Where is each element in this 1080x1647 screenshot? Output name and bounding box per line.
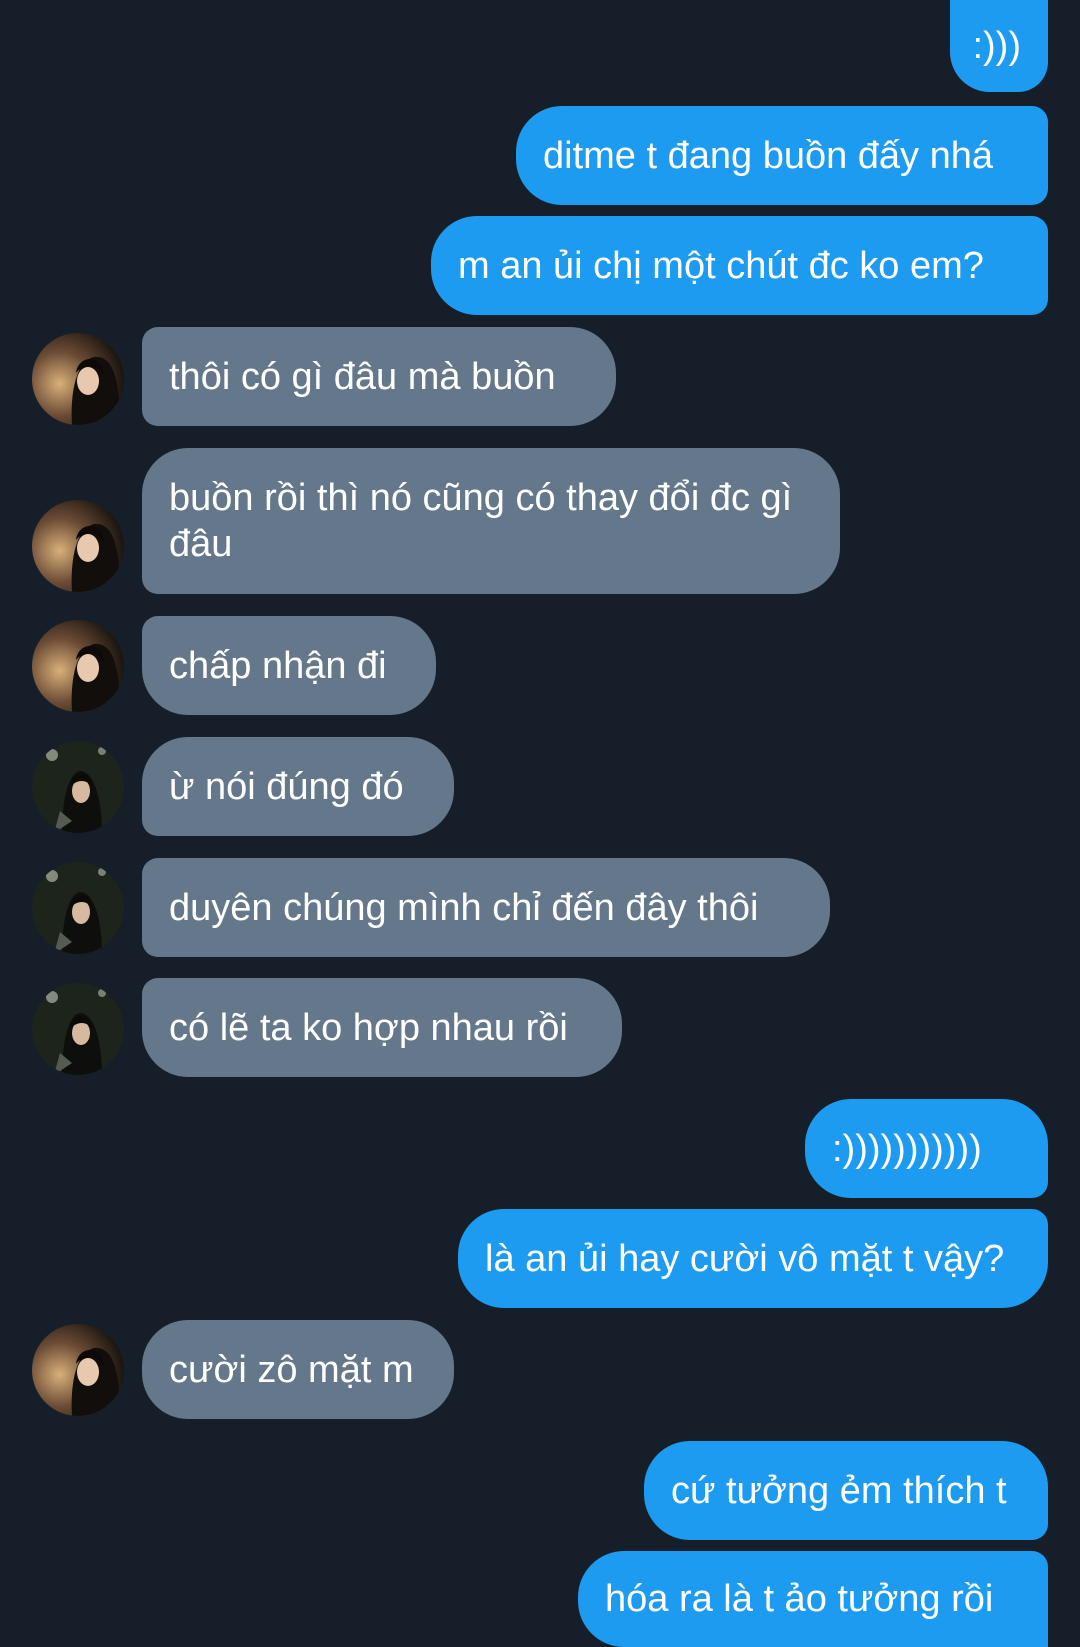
incoming-message[interactable]: cười zô mặt m (142, 1320, 454, 1419)
outgoing-message[interactable]: :))))))))))) (805, 1099, 1048, 1198)
contact-avatar[interactable] (32, 500, 124, 592)
contact-avatar[interactable] (32, 741, 124, 833)
avatar-photo-icon (32, 983, 124, 1075)
contact-avatar[interactable] (32, 1324, 124, 1416)
contact-avatar[interactable] (32, 620, 124, 712)
outgoing-message[interactable]: cứ tưởng ẻm thích t (644, 1441, 1048, 1540)
outgoing-message[interactable]: :))) (950, 0, 1048, 92)
avatar-photo-icon (32, 500, 124, 592)
outgoing-message[interactable]: là an ủi hay cười vô mặt t vậy? (458, 1209, 1048, 1308)
contact-avatar[interactable] (32, 983, 124, 1075)
incoming-message[interactable]: thôi có gì đâu mà buồn (142, 327, 616, 426)
incoming-message[interactable]: buồn rồi thì nó cũng có thay đổi đc gì đ… (142, 448, 840, 594)
incoming-message[interactable]: ừ nói đúng đó (142, 737, 454, 836)
avatar-photo-icon (32, 333, 124, 425)
avatar-photo-icon (32, 862, 124, 954)
outgoing-message[interactable]: hóa ra là t ảo tưởng rồi (578, 1551, 1048, 1647)
chat-thread: :))) ditme t đang buồn đấy nhá m an ủi c… (0, 0, 1080, 1647)
avatar-photo-icon (32, 741, 124, 833)
outgoing-message[interactable]: m an ủi chị một chút đc ko em? (431, 216, 1048, 315)
incoming-message[interactable]: chấp nhận đi (142, 616, 436, 715)
incoming-message[interactable]: duyên chúng mình chỉ đến đây thôi (142, 858, 830, 957)
avatar-photo-icon (32, 1324, 124, 1416)
contact-avatar[interactable] (32, 862, 124, 954)
outgoing-message[interactable]: ditme t đang buồn đấy nhá (516, 106, 1048, 205)
avatar-photo-icon (32, 620, 124, 712)
incoming-message[interactable]: có lẽ ta ko hợp nhau rồi (142, 978, 622, 1077)
contact-avatar[interactable] (32, 333, 124, 425)
